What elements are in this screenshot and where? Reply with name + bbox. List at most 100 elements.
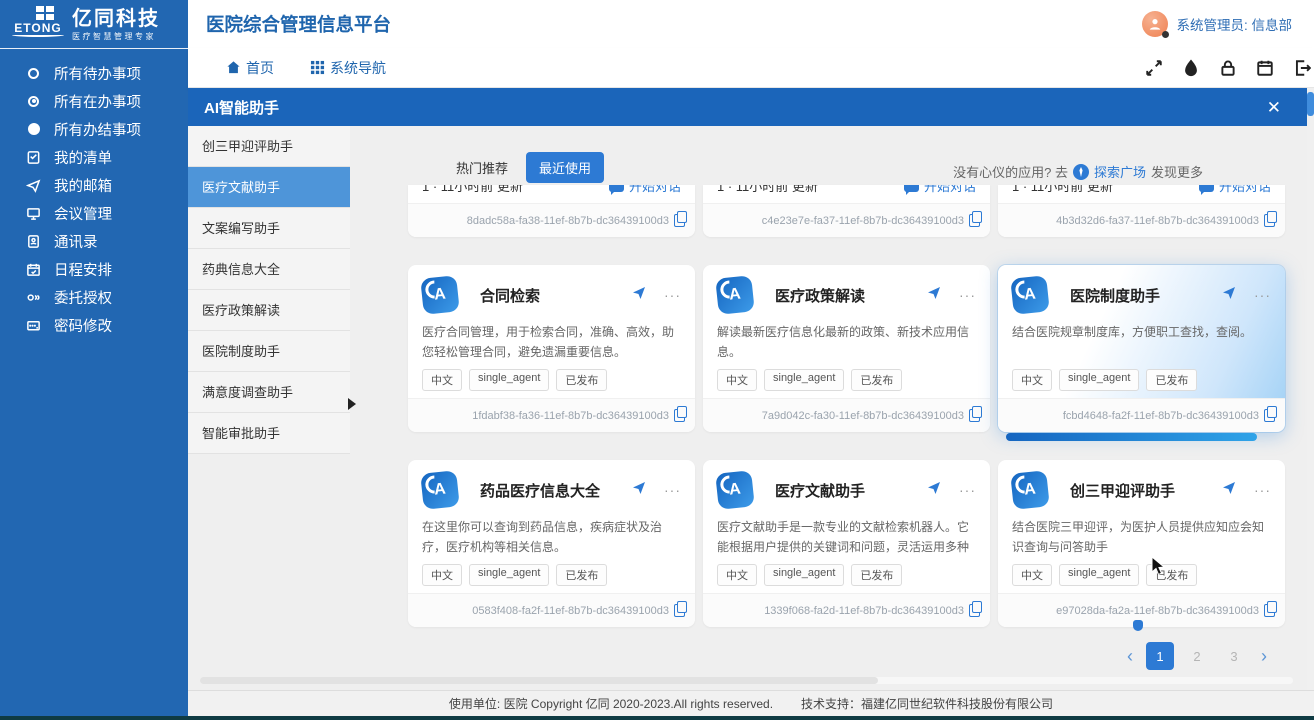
sidebar-item-all-done[interactable]: 所有办结事项 xyxy=(0,115,188,143)
collapse-arrow-icon[interactable] xyxy=(348,398,356,410)
app-card-literature-assistant[interactable]: A 医疗文献助手 ··· 医疗文献助手是一款专业的文献检索机器人。它能根据用户提… xyxy=(703,460,990,627)
brand-logo: ETONG 亿同科技 医疗智慧管理专家 xyxy=(0,0,188,49)
explore-link[interactable]: 探索广场 xyxy=(1094,162,1146,181)
page-3-button[interactable]: 3 xyxy=(1220,642,1248,670)
assistant-menu-item[interactable]: 医疗政策解读 xyxy=(188,290,350,331)
pagination: ‹ 1 2 3 › xyxy=(1123,642,1271,670)
assistant-menu-item[interactable]: 创三甲迎评助手 xyxy=(188,126,350,167)
card-title: 医疗文献助手 xyxy=(775,480,865,501)
sidebar-item-delegate[interactable]: 委托授权 xyxy=(0,283,188,311)
horizontal-scrollbar[interactable] xyxy=(200,677,1293,684)
app-card-contract-search[interactable]: A 合同检索 ··· 医疗合同管理，用于检索合同，准确、高效，助您轻松管理合同，… xyxy=(408,265,695,432)
assistant-menu-item[interactable]: 文案编写助手 xyxy=(188,208,350,249)
close-icon[interactable]: ✕ xyxy=(1267,99,1281,116)
sidebar-item-meeting[interactable]: 会议管理 xyxy=(0,199,188,227)
copy-icon[interactable] xyxy=(1264,214,1275,227)
schedule-icon xyxy=(26,262,41,277)
app-logo-icon: A xyxy=(1010,275,1050,315)
card-description: 医疗合同管理，用于检索合同，准确、高效，助您轻松管理合同，避免遗漏重要信息。 xyxy=(422,323,681,363)
calendar-icon[interactable] xyxy=(1255,58,1275,78)
avatar[interactable] xyxy=(1142,11,1168,37)
sidebar-item-password[interactable]: 密码修改 xyxy=(0,311,188,339)
scroll-indicator-dot xyxy=(1133,620,1143,631)
sidebar-item-contacts[interactable]: 通讯录 xyxy=(0,227,188,255)
card-title: 合同检索 xyxy=(480,285,540,306)
prev-page-icon[interactable]: ‹ xyxy=(1123,646,1137,667)
more-menu-icon[interactable]: ··· xyxy=(1254,482,1271,498)
pin-icon[interactable] xyxy=(1222,481,1236,500)
app-logo-icon: A xyxy=(1010,470,1050,510)
tabs: 热门推荐 最近使用 xyxy=(456,152,604,183)
copy-icon[interactable] xyxy=(674,409,685,422)
pin-icon[interactable] xyxy=(927,481,941,500)
app-card-drug-info[interactable]: A 药品医疗信息大全 ··· 在这里你可以查询到药品信息，疾病症状及治疗，医疗机… xyxy=(408,460,695,627)
copy-icon[interactable] xyxy=(674,604,685,617)
footer-copyright: 使用单位: 医院 Copyright 亿同 2020-2023.All righ… xyxy=(449,695,773,712)
nav-home[interactable]: 首页 xyxy=(226,58,274,78)
card-row-partial: 1 · 11小时前 更新 ···开始对话 8dadc58a-fa38-11ef-… xyxy=(408,185,1285,237)
tag: single_agent xyxy=(469,369,549,391)
sidebar-item-all-todo[interactable]: 所有待办事项 xyxy=(0,59,188,87)
sidebar-item-my-list[interactable]: 我的清单 xyxy=(0,143,188,171)
more-menu-icon[interactable]: ··· xyxy=(959,287,976,303)
start-chat-button[interactable]: ···开始对话 xyxy=(609,185,681,195)
page-1-button[interactable]: 1 xyxy=(1146,642,1174,670)
user-box[interactable]: 系统管理员: 信息部 xyxy=(1142,11,1292,37)
pin-icon[interactable] xyxy=(632,286,646,305)
tab-recent[interactable]: 最近使用 xyxy=(526,152,604,183)
app-logo-icon: A xyxy=(715,470,755,510)
fullscreen-icon[interactable] xyxy=(1144,58,1164,78)
copy-icon[interactable] xyxy=(969,604,980,617)
copy-icon[interactable] xyxy=(969,214,980,227)
app-card-partial[interactable]: 1 · 11小时前 更新 ···开始对话 c4e23e7e-fa37-11ef-… xyxy=(703,185,990,237)
pin-icon[interactable] xyxy=(1222,286,1236,305)
tag: 中文 xyxy=(1012,564,1052,586)
grid-icon xyxy=(310,60,325,75)
app-card-partial[interactable]: 1 · 11小时前 更新 ···开始对话 4b3d32d6-fa37-11ef-… xyxy=(998,185,1285,237)
next-page-icon[interactable]: › xyxy=(1257,646,1271,667)
delegate-icon xyxy=(26,290,41,305)
sidebar-item-all-inprogress[interactable]: 所有在办事项 xyxy=(0,87,188,115)
card-tags: 中文 single_agent 已发布 xyxy=(422,564,681,586)
app-sidebar: ETONG 亿同科技 医疗智慧管理专家 所有待办事项 所有在办事项 所有办结事项… xyxy=(0,0,188,716)
sidebar-item-my-mail[interactable]: 我的邮箱 xyxy=(0,171,188,199)
lock-icon[interactable] xyxy=(1218,58,1238,78)
more-menu-icon[interactable]: ··· xyxy=(664,482,681,498)
assistant-menu-item[interactable]: 智能审批助手 xyxy=(188,413,350,454)
copy-icon[interactable] xyxy=(674,214,685,227)
assistant-menu-item[interactable]: 药典信息大全 xyxy=(188,249,350,290)
app-card-accreditation-assistant[interactable]: A 创三甲迎评助手 ··· 结合医院三甲迎评，为医护人员提供应知应会知识查询与问… xyxy=(998,460,1285,627)
home-icon xyxy=(226,60,241,75)
droplet-icon[interactable] xyxy=(1181,58,1201,78)
more-menu-icon[interactable]: ··· xyxy=(959,482,976,498)
sidebar-item-schedule[interactable]: 日程安排 xyxy=(0,255,188,283)
assistant-menu-item-active[interactable]: 医疗文献助手 xyxy=(188,167,350,208)
app-card-policy-reader[interactable]: A 医疗政策解读 ··· 解读最新医疗信息化最新的政策、新技术应用信息。 中文 … xyxy=(703,265,990,432)
tag: 已发布 xyxy=(556,369,607,391)
page-2-button[interactable]: 2 xyxy=(1183,642,1211,670)
card-tags: 中文 single_agent 已发布 xyxy=(1012,369,1271,391)
assistant-menu-item[interactable]: 满意度调查助手 xyxy=(188,372,350,413)
app-card-hospital-rules[interactable]: A 医院制度助手 ··· 结合医院规章制度库，方便职工查找，查阅。 中文 sin… xyxy=(998,265,1285,432)
contacts-icon xyxy=(26,234,41,249)
assistant-menu-item[interactable]: 医院制度助手 xyxy=(188,331,350,372)
more-menu-icon[interactable]: ··· xyxy=(1254,287,1271,303)
card-uuid: 1339f068-fa2d-11ef-8b7b-dc36439100d3 xyxy=(764,605,964,617)
app-card-partial[interactable]: 1 · 11小时前 更新 ···开始对话 8dadc58a-fa38-11ef-… xyxy=(408,185,695,237)
vertical-scrollbar[interactable] xyxy=(1307,88,1314,690)
copy-icon[interactable] xyxy=(969,409,980,422)
tag: single_agent xyxy=(1059,369,1139,391)
card-meta: 1 · 11小时前 更新 xyxy=(422,185,523,195)
start-chat-button[interactable]: ···开始对话 xyxy=(904,185,976,195)
start-chat-button[interactable]: ···开始对话 xyxy=(1199,185,1271,195)
copy-icon[interactable] xyxy=(1264,604,1275,617)
logout-icon[interactable] xyxy=(1292,58,1312,78)
pin-icon[interactable] xyxy=(632,481,646,500)
more-menu-icon[interactable]: ··· xyxy=(664,287,681,303)
tab-hot[interactable]: 热门推荐 xyxy=(456,158,508,177)
card-meta: 1 · 11小时前 更新 xyxy=(717,185,818,195)
copy-icon[interactable] xyxy=(1264,409,1275,422)
nav-system[interactable]: 系统导航 xyxy=(310,58,386,78)
pin-icon[interactable] xyxy=(927,286,941,305)
card-uuid: 4b3d32d6-fa37-11ef-8b7b-dc36439100d3 xyxy=(1056,215,1259,227)
